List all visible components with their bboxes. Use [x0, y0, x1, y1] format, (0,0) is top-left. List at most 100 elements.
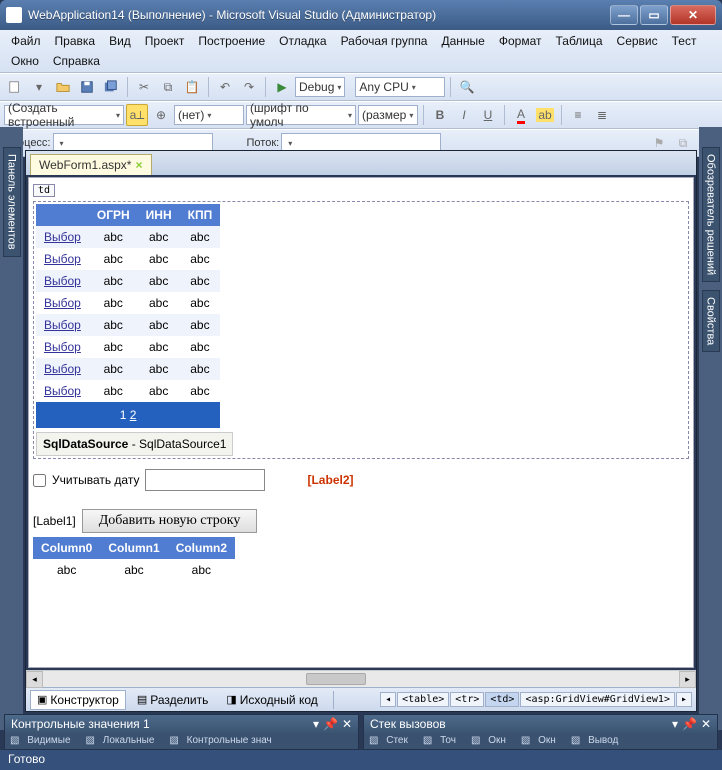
pager[interactable]: 1 2: [36, 402, 220, 428]
design-surface[interactable]: td ОГРН ИНН КПП Выборabcabcabc Выборabca…: [28, 177, 694, 668]
cs-tab-breakpoints[interactable]: ▧ Точ: [418, 733, 466, 748]
close-tab-icon[interactable]: ×: [135, 158, 142, 172]
watch-pane-title: Контрольные значения 1: [11, 717, 150, 731]
tab-webform1[interactable]: WebForm1.aspx* ×: [30, 154, 152, 175]
highlight-icon[interactable]: a⟂: [126, 104, 148, 126]
cut-icon[interactable]: ✂: [133, 76, 155, 98]
sqldatasource-label[interactable]: SqlDataSource - SqlDataSource1: [36, 432, 233, 456]
tagpath-tr[interactable]: <tr>: [450, 692, 484, 707]
menu-debug[interactable]: Отладка: [272, 32, 333, 50]
tagpath-table[interactable]: <table>: [397, 692, 449, 707]
list-icon[interactable]: ≣: [591, 104, 613, 126]
checkbox-use-date[interactable]: [33, 474, 46, 487]
watch-tab-locals[interactable]: ▧ Локальные: [81, 733, 165, 748]
watch-tab-watch[interactable]: ▧ Контрольные знач: [164, 733, 281, 748]
pin-icon[interactable]: 📌: [682, 717, 697, 731]
gv-header-ogrn: ОГРН: [89, 204, 138, 226]
cs-tab-win2[interactable]: ▧ Окн: [516, 733, 566, 748]
new-project-icon[interactable]: [4, 76, 26, 98]
scroll-left-icon[interactable]: ◂: [26, 671, 43, 688]
gv-cell: abc: [180, 292, 221, 314]
callstack-pane[interactable]: Стек вызовов ▾📌✕ ▧ Стек ▧ Точ ▧ Окн ▧ Ок…: [363, 714, 718, 750]
gridview2[interactable]: Column0 Column1 Column2 abc abc abc: [33, 537, 235, 581]
gridview1[interactable]: ОГРН ИНН КПП Выборabcabcabc Выборabcabca…: [36, 204, 220, 428]
properties-panel[interactable]: Свойства: [702, 290, 720, 352]
italic-icon[interactable]: I: [453, 104, 475, 126]
menu-format[interactable]: Формат: [492, 32, 549, 50]
bold-icon[interactable]: B: [429, 104, 451, 126]
forecolor-icon[interactable]: A: [510, 104, 532, 126]
save-all-icon[interactable]: [100, 76, 122, 98]
menu-edit[interactable]: Правка: [48, 32, 103, 50]
split-view-button[interactable]: ▤ Разделить: [130, 690, 216, 710]
menu-help[interactable]: Справка: [46, 52, 107, 70]
target-icon[interactable]: ⊕: [150, 104, 172, 126]
font-dropdown[interactable]: (шрифт по умолч▾: [246, 105, 356, 125]
select-link[interactable]: Выбор: [44, 252, 81, 266]
menu-test[interactable]: Тест: [665, 32, 704, 50]
backcolor-icon[interactable]: ab: [534, 104, 556, 126]
pin-icon[interactable]: 📌: [323, 717, 338, 731]
select-link[interactable]: Выбор: [44, 384, 81, 398]
element-crumb[interactable]: td: [33, 184, 55, 197]
tagpath-nav-right[interactable]: ▸: [676, 692, 692, 707]
menu-file[interactable]: Файл: [4, 32, 48, 50]
select-link[interactable]: Выбор: [44, 296, 81, 310]
tab-strip: WebForm1.aspx* ×: [26, 151, 696, 175]
select-link[interactable]: Выбор: [44, 340, 81, 354]
redo-icon[interactable]: ↷: [238, 76, 260, 98]
paste-icon[interactable]: 📋: [181, 76, 203, 98]
design-view-button[interactable]: ▣ Конструктор: [30, 690, 126, 710]
date-textbox[interactable]: [145, 469, 265, 491]
scroll-right-icon[interactable]: ▸: [679, 671, 696, 688]
underline-icon[interactable]: U: [477, 104, 499, 126]
watch-tab-visible[interactable]: ▧ Видимые: [5, 733, 81, 748]
find-icon[interactable]: 🔍: [456, 76, 478, 98]
size-dropdown[interactable]: (размер▾: [358, 105, 418, 125]
dropdown-icon[interactable]: ▾: [672, 717, 678, 731]
menu-build[interactable]: Построение: [191, 32, 272, 50]
horizontal-scrollbar[interactable]: ◂ ▸: [26, 670, 696, 687]
minimize-button[interactable]: —: [610, 5, 638, 25]
cs-tab-win1[interactable]: ▧ Окн: [466, 733, 516, 748]
tagpath-td[interactable]: <td>: [485, 692, 519, 707]
save-icon[interactable]: [76, 76, 98, 98]
menu-data[interactable]: Данные: [434, 32, 491, 50]
undo-icon[interactable]: ↶: [214, 76, 236, 98]
tagpath-nav-left[interactable]: ◂: [380, 692, 396, 707]
maximize-button[interactable]: ▭: [640, 5, 668, 25]
align-icon[interactable]: ≡: [567, 104, 589, 126]
source-view-button[interactable]: ◨ Исходный код: [219, 690, 324, 710]
open-icon[interactable]: [52, 76, 74, 98]
copy-icon[interactable]: ⧉: [157, 76, 179, 98]
style-dropdown[interactable]: (нет)▾: [174, 105, 244, 125]
create-inline-dropdown[interactable]: (Создать встроенный▾: [4, 105, 124, 125]
menu-window[interactable]: Окно: [4, 52, 46, 70]
menu-view[interactable]: Вид: [102, 32, 138, 50]
solution-explorer-panel[interactable]: Обозреватель решений: [702, 147, 720, 282]
close-pane-icon[interactable]: ✕: [342, 717, 352, 731]
add-row-button[interactable]: Добавить новую строку: [82, 509, 258, 533]
add-item-icon[interactable]: ▾: [28, 76, 50, 98]
select-link[interactable]: Выбор: [44, 230, 81, 244]
tagpath-gridview[interactable]: <asp:GridView#GridView1>: [520, 692, 675, 707]
dropdown-icon[interactable]: ▾: [313, 717, 319, 731]
config-dropdown[interactable]: Debug▾: [295, 77, 345, 97]
platform-dropdown[interactable]: Any CPU▾: [355, 77, 445, 97]
select-link[interactable]: Выбор: [44, 362, 81, 376]
select-link[interactable]: Выбор: [44, 318, 81, 332]
watch-pane[interactable]: Контрольные значения 1 ▾ 📌 ✕ ▧ Видимые ▧ Л…: [4, 714, 359, 750]
menu-service[interactable]: Сервис: [610, 32, 665, 50]
select-link[interactable]: Выбор: [44, 274, 81, 288]
cs-tab-output[interactable]: ▧ Вывод: [566, 733, 628, 748]
toolbox-panel[interactable]: Панель элементов: [3, 147, 21, 257]
close-pane-icon[interactable]: ✕: [701, 717, 711, 731]
close-button[interactable]: ✕: [670, 5, 716, 25]
scroll-thumb[interactable]: [306, 673, 366, 685]
start-debug-icon[interactable]: ▶: [271, 76, 293, 98]
menu-table[interactable]: Таблица: [548, 32, 609, 50]
menu-team[interactable]: Рабочая группа: [334, 32, 435, 50]
menu-project[interactable]: Проект: [138, 32, 192, 50]
cs-tab-stack[interactable]: ▧ Стек: [364, 733, 418, 748]
titlebar: WebApplication14 (Выполнение) - Microsof…: [0, 0, 722, 30]
